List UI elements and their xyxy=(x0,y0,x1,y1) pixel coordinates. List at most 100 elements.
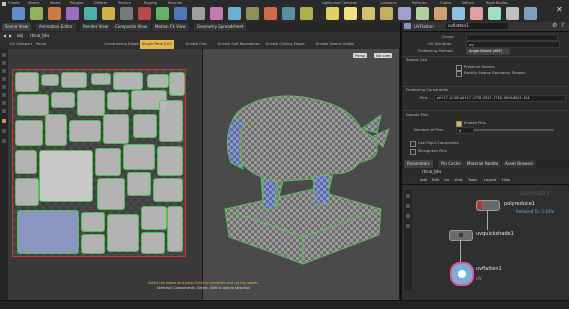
network-path[interactable]: rhino_bhs xyxy=(422,169,441,175)
shelf-tab-model[interactable]: Model xyxy=(50,1,61,6)
uv-island[interactable] xyxy=(15,72,39,92)
menu-layout[interactable]: Layout xyxy=(484,176,496,184)
uv-island[interactable] xyxy=(45,114,67,146)
point-light-icon[interactable] xyxy=(344,7,357,20)
camera-tool-icon[interactable] xyxy=(326,7,339,20)
shelf-tab-create[interactable]: Create xyxy=(8,1,20,6)
file-tool-icon[interactable] xyxy=(300,7,313,20)
pose-tool-icon[interactable] xyxy=(2,93,6,97)
uv-island[interactable] xyxy=(107,214,139,252)
line-tool-icon[interactable] xyxy=(120,7,133,20)
tab-parameters[interactable]: Parameters xyxy=(404,160,433,168)
uv-island[interactable] xyxy=(113,72,143,90)
uv-island[interactable] xyxy=(123,144,155,170)
pin-tool-icon[interactable] xyxy=(2,129,6,133)
rigid-constraints-checkbox[interactable] xyxy=(410,141,416,147)
menu-edit[interactable]: Edit xyxy=(432,176,439,184)
view-tool-icon[interactable] xyxy=(2,101,6,105)
shelf-tab-deform[interactable]: Deform xyxy=(94,1,107,6)
uv-island[interactable] xyxy=(127,172,151,196)
env-light-icon[interactable] xyxy=(452,7,465,20)
caustic-light-icon[interactable] xyxy=(506,7,519,20)
constraining-edges-toggle[interactable]: Constraining Edges xyxy=(104,40,139,49)
font-tool-icon[interactable] xyxy=(228,7,241,20)
node-name-field[interactable]: uvflatten1 xyxy=(446,23,508,29)
path-node[interactable]: rhino_bhs xyxy=(30,33,49,39)
tab-scene-view[interactable]: Scene View xyxy=(2,23,31,31)
uv-island[interactable] xyxy=(81,234,105,254)
forward-arrow-icon[interactable]: ▶ xyxy=(9,33,12,38)
scale-tool-icon[interactable] xyxy=(2,77,6,81)
select-tool-icon[interactable] xyxy=(2,53,6,57)
uv-island[interactable] xyxy=(95,148,121,176)
uv-island-large[interactable] xyxy=(39,150,93,202)
menu-view[interactable]: View xyxy=(454,176,463,184)
uv-island[interactable] xyxy=(133,114,157,138)
uv-island[interactable] xyxy=(81,212,105,232)
uv-island[interactable] xyxy=(141,206,167,230)
uv-island[interactable] xyxy=(15,150,37,174)
uv-island[interactable] xyxy=(15,178,39,206)
brush-tool-icon[interactable] xyxy=(2,139,6,143)
l-system-icon[interactable] xyxy=(264,7,277,20)
draw-curve-icon[interactable] xyxy=(174,7,187,20)
platonic-tool-icon[interactable] xyxy=(246,7,259,20)
uv-viewport[interactable] xyxy=(8,49,202,300)
tab-composite-view[interactable]: Composite View xyxy=(112,23,151,31)
pins-field[interactable]: p0+17 -0.105 p0+17 -1778 -5917 -7718 -95… xyxy=(434,95,566,102)
tab-geometry-spreadsheet[interactable]: Geometry Spreadsheet xyxy=(194,23,247,31)
uv-island[interactable] xyxy=(147,74,169,88)
geo-light-icon[interactable] xyxy=(398,7,411,20)
back-arrow-icon[interactable]: ◀ xyxy=(3,33,6,38)
tab-motion-fx-view[interactable]: Motion FX View xyxy=(152,23,189,31)
snap-tool-icon[interactable] xyxy=(2,109,6,113)
uv-island[interactable] xyxy=(15,120,43,146)
help-icon[interactable]: ? xyxy=(561,22,564,29)
shelf-tab-rigging[interactable]: Rigging xyxy=(144,1,157,6)
uv-island[interactable] xyxy=(107,92,129,110)
tab-pin-cache[interactable]: Pin Cache xyxy=(438,160,464,168)
uv-island[interactable] xyxy=(41,74,59,86)
rotate-tool-icon[interactable] xyxy=(2,69,6,73)
rectify-seams-checkbox[interactable] xyxy=(456,71,462,77)
uv-island[interactable] xyxy=(51,92,75,108)
uv-tile-canvas[interactable] xyxy=(12,69,186,257)
menu-help[interactable]: Help xyxy=(502,176,510,184)
shelf-tab-collisions[interactable]: Collisions xyxy=(380,1,396,6)
flattening-method-dropdown[interactable]: Angle-Based (ABF) xyxy=(466,48,510,55)
group-field[interactable] xyxy=(466,34,558,41)
uv-island[interactable] xyxy=(17,94,49,116)
portal-light-icon[interactable] xyxy=(524,7,537,20)
shelf-tab-vellum[interactable]: Vellum xyxy=(462,1,474,6)
uv-island[interactable] xyxy=(97,178,125,210)
node-uvquickshade1[interactable] xyxy=(449,230,473,241)
grid-tool-icon[interactable] xyxy=(84,7,97,20)
metaball-icon[interactable] xyxy=(282,7,295,20)
uv-island[interactable] xyxy=(103,114,129,144)
uv-island[interactable] xyxy=(153,178,183,202)
uv-island[interactable] xyxy=(159,100,183,142)
spray-paint-icon[interactable] xyxy=(210,7,223,20)
shelf-tab-texture[interactable]: Texture xyxy=(118,1,131,6)
tube-tool-icon[interactable] xyxy=(48,7,61,20)
box-tool-icon[interactable] xyxy=(12,7,25,20)
path-root[interactable]: obj xyxy=(17,33,23,39)
curve-tool-icon[interactable] xyxy=(156,7,169,20)
uv-island[interactable] xyxy=(69,120,101,142)
gi-light-icon[interactable] xyxy=(488,7,501,20)
node-uvflatten1[interactable] xyxy=(450,262,474,286)
network-select-icon[interactable] xyxy=(406,194,410,198)
sphere-tool-icon[interactable] xyxy=(30,7,43,20)
torus-tool-icon[interactable] xyxy=(66,7,79,20)
single-pane-uv-button[interactable]: Single Pane (UV) xyxy=(140,40,174,49)
perspective-viewport[interactable]: Persp No cam xyxy=(203,49,399,300)
rhino-model[interactable] xyxy=(203,59,399,284)
spot-light-icon[interactable] xyxy=(362,7,375,20)
uv-island[interactable] xyxy=(91,73,111,85)
handle-tool-icon[interactable] xyxy=(2,85,6,89)
persp-mode-label[interactable]: Persp xyxy=(36,40,46,49)
app-menu-icon[interactable] xyxy=(2,2,6,6)
area-light-icon[interactable] xyxy=(380,7,393,20)
uv-island[interactable] xyxy=(157,146,183,176)
node-polyreduce1[interactable] xyxy=(476,200,500,211)
